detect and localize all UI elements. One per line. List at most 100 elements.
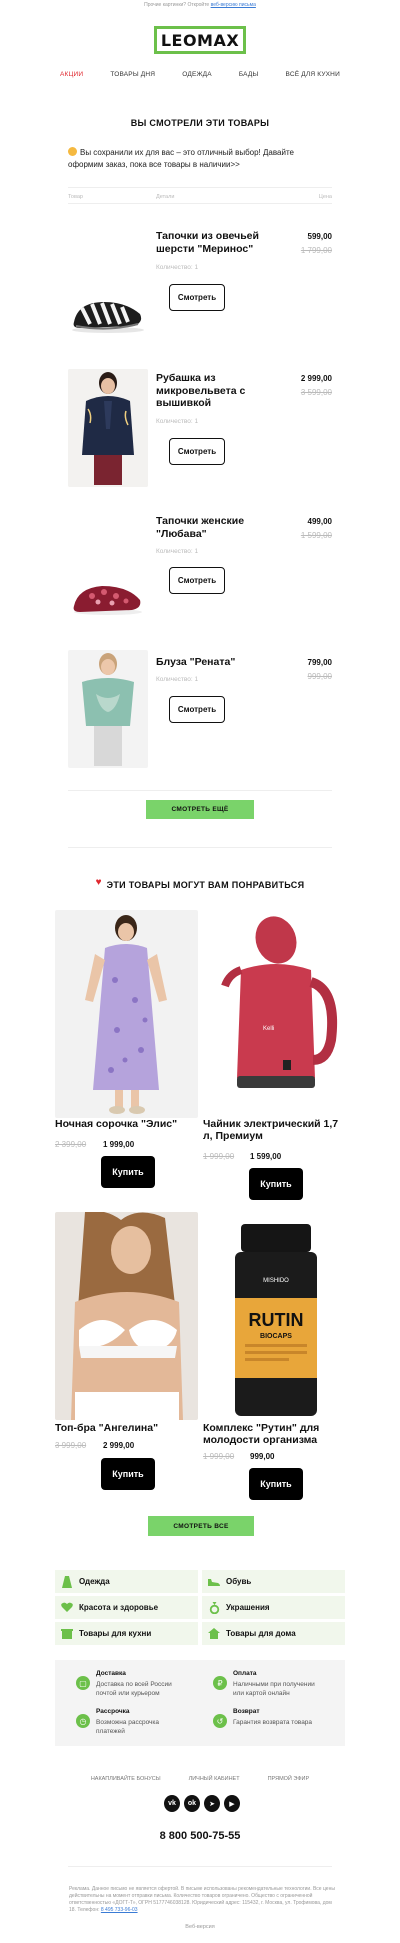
category-label: Украшения bbox=[226, 1603, 270, 1612]
webversion-notice: Прочие картинки? Откройте веб-версию пис… bbox=[0, 2, 400, 8]
divider bbox=[68, 847, 332, 848]
shoe-icon bbox=[202, 1577, 226, 1587]
product-image-shirt[interactable] bbox=[68, 369, 148, 487]
info-desc: Возможна рассрочка платежей bbox=[96, 1719, 160, 1735]
category-home[interactable]: Товары для дома bbox=[202, 1622, 345, 1645]
return-icon: ↺ bbox=[213, 1714, 227, 1728]
buy-button[interactable]: Купить bbox=[249, 1168, 303, 1200]
category-label: Обувь bbox=[226, 1577, 252, 1586]
product-image-bra[interactable] bbox=[55, 1212, 198, 1420]
header-product: Товар bbox=[68, 194, 83, 200]
buy-button[interactable]: Купить bbox=[101, 1156, 155, 1188]
nav-item-tovary-dnya[interactable]: Товары дня bbox=[110, 71, 155, 78]
info-desc: Гарантия возврата товара bbox=[233, 1719, 313, 1726]
category-kitchen[interactable]: Товары для кухни bbox=[55, 1622, 198, 1645]
divider bbox=[68, 187, 332, 188]
dress-icon bbox=[55, 1575, 79, 1588]
category-clothes[interactable]: Одежда bbox=[55, 1570, 198, 1593]
intro-text: Вы сохранили их для вас – это отличный в… bbox=[68, 148, 294, 169]
youtube-icon[interactable]: ▶ bbox=[224, 1795, 240, 1812]
product-old-price: 999,00 bbox=[307, 672, 332, 681]
product-name[interactable]: Рубашка из микровельвета с вышивкой bbox=[156, 372, 276, 410]
rec-price: 999,00 bbox=[250, 1452, 275, 1461]
ok-icon[interactable]: ok bbox=[184, 1795, 200, 1812]
nav-item-bady[interactable]: Бады bbox=[239, 71, 259, 78]
telegram-icon[interactable]: ➤ bbox=[204, 1795, 220, 1812]
legal-phone-link[interactable]: 8 495 733-96-03 bbox=[101, 1907, 138, 1913]
header-details: Детали bbox=[156, 194, 175, 200]
product-image-nightgown[interactable] bbox=[55, 910, 198, 1118]
product-old-price: 1 799,00 bbox=[300, 246, 332, 255]
recommend-title: ЭТИ ТОВАРЫ МОГУТ ВАМ ПОНРАВИТЬСЯ bbox=[0, 877, 400, 890]
product-price: 799,00 bbox=[307, 658, 332, 667]
show-all-button[interactable]: СМОТРЕТЬ ВСЕ bbox=[148, 1516, 254, 1536]
product-old-price: 1 599,00 bbox=[300, 531, 332, 540]
product-price: 2 999,00 bbox=[300, 374, 332, 383]
product-image-blouse[interactable] bbox=[68, 650, 148, 768]
webversion-footer-link[interactable]: Веб-версия bbox=[0, 1924, 400, 1930]
webversion-link[interactable]: веб-версию письма bbox=[211, 2, 256, 8]
nav-item-odezhda[interactable]: Одежда bbox=[182, 71, 212, 78]
view-button[interactable]: Смотреть bbox=[169, 696, 225, 723]
divider bbox=[68, 790, 332, 791]
rec-product-name[interactable]: Ночная сорочка "Элис" bbox=[55, 1118, 200, 1130]
rec-price: 2 999,00 bbox=[103, 1441, 135, 1450]
product-name[interactable]: Блуза "Рената" bbox=[156, 656, 276, 669]
product-price: 599,00 bbox=[307, 232, 332, 241]
show-more-button[interactable]: СМОТРЕТЬ ЕЩЁ bbox=[146, 800, 254, 819]
buy-button[interactable]: Купить bbox=[249, 1468, 303, 1500]
category-label: Товары для дома bbox=[226, 1629, 296, 1638]
category-jewelry[interactable]: Украшения bbox=[202, 1596, 345, 1619]
divider bbox=[68, 1866, 332, 1867]
rec-price: 1 599,00 bbox=[250, 1152, 282, 1161]
product-image-rutin-jar[interactable]: MISHIDO RUTIN BIOCAPS bbox=[205, 1222, 347, 1418]
jar-title-text: RUTIN bbox=[249, 1310, 304, 1330]
smile-heart-eyes-icon bbox=[68, 147, 77, 156]
product-name[interactable]: Тапочки из овечьей шерсти "Меринос" bbox=[156, 230, 276, 255]
jar-brand-text: MISHIDO bbox=[263, 1278, 289, 1284]
product-qty: Количество: 1 bbox=[156, 676, 199, 683]
view-button[interactable]: Смотреть bbox=[169, 567, 225, 594]
product-image-slippers-lyubava[interactable] bbox=[68, 560, 148, 620]
social-icons: vk ok ➤ ▶ bbox=[164, 1795, 240, 1812]
leomax-logo[interactable]: LEOMAX bbox=[154, 26, 246, 54]
view-button[interactable]: Смотреть bbox=[169, 438, 225, 465]
view-button[interactable]: Смотреть bbox=[169, 284, 225, 311]
category-shoes[interactable]: Обувь bbox=[202, 1570, 345, 1593]
kitchen-box-icon bbox=[55, 1628, 79, 1639]
divider bbox=[68, 203, 332, 204]
product-price: 499,00 bbox=[307, 517, 332, 526]
clock-icon: ◷ bbox=[76, 1714, 90, 1728]
product-image-slippers-merinos[interactable] bbox=[68, 250, 148, 340]
category-beauty[interactable]: Красота и здоровье bbox=[55, 1596, 198, 1619]
vk-icon[interactable]: vk bbox=[164, 1795, 180, 1812]
viewed-title: ВЫ СМОТРЕЛИ ЭТИ ТОВАРЫ bbox=[130, 118, 270, 128]
category-label: Товары для кухни bbox=[79, 1629, 152, 1638]
info-title: Рассрочка bbox=[96, 1708, 130, 1715]
product-qty: Количество: 1 bbox=[156, 264, 199, 271]
footer-link-live[interactable]: ПРЯМОЙ ЭФИР bbox=[268, 1776, 310, 1782]
rec-product-name[interactable]: Топ-бра "Ангелина" bbox=[55, 1422, 200, 1434]
phone-number[interactable]: 8 800 500-75-55 bbox=[0, 1830, 400, 1842]
rec-product-name[interactable]: Чайник электрический 1,7 л, Премиум bbox=[203, 1118, 348, 1142]
footer-link-account[interactable]: ЛИЧНЫЙ КАБИНЕТ bbox=[189, 1776, 240, 1782]
legal-text: Реклама. Данное письмо не является оферт… bbox=[69, 1886, 335, 1914]
buy-button[interactable]: Купить bbox=[101, 1458, 155, 1490]
house-icon bbox=[202, 1628, 226, 1639]
info-title: Оплата bbox=[233, 1670, 257, 1677]
product-image-kettle[interactable]: Kelli bbox=[205, 910, 347, 1100]
rec-product-name[interactable]: Комплекс "Рутин" для молодости организма bbox=[203, 1422, 348, 1446]
nav-item-akcii[interactable]: Акции bbox=[60, 71, 83, 78]
nav-item-kitchen[interactable]: Всё для кухни bbox=[286, 71, 340, 78]
rec-old-price: 2 399,00 bbox=[55, 1140, 87, 1149]
main-nav: Акции Товары дня Одежда Бады Всё для кух… bbox=[60, 71, 340, 78]
heart-health-icon bbox=[55, 1602, 79, 1613]
delivery-box-icon: ▢ bbox=[76, 1676, 90, 1690]
product-qty: Количество: 1 bbox=[156, 548, 199, 555]
info-desc: Наличными при получении или картой онлай… bbox=[233, 1681, 315, 1697]
webversion-text: Прочие картинки? Откройте bbox=[144, 2, 210, 8]
product-name[interactable]: Тапочки женские "Любава" bbox=[156, 515, 276, 540]
product-old-price: 3 599,00 bbox=[300, 388, 332, 397]
ruble-icon: ₽ bbox=[213, 1676, 227, 1690]
footer-link-bonuses[interactable]: НАКАПЛИВАЙТЕ БОНУСЫ bbox=[91, 1776, 161, 1782]
